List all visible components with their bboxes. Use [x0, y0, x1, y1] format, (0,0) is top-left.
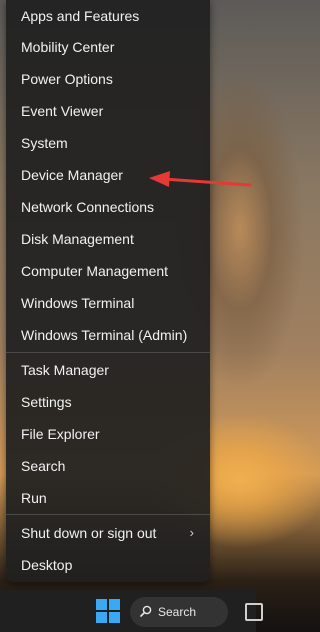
menu-item-file-explorer[interactable]: File Explorer: [6, 418, 210, 450]
menu-item-windows-terminal-admin[interactable]: Windows Terminal (Admin): [6, 319, 210, 351]
taskbar-search-label: Search: [158, 605, 197, 619]
menu-separator: [6, 514, 210, 515]
menu-item-power-options[interactable]: Power Options: [6, 63, 210, 95]
menu-separator: [6, 352, 210, 353]
menu-item-settings[interactable]: Settings: [6, 386, 210, 418]
menu-item-search[interactable]: Search: [6, 450, 210, 482]
menu-item-event-viewer[interactable]: Event Viewer: [6, 95, 210, 127]
menu-item-mobility-center[interactable]: Mobility Center: [6, 31, 210, 63]
windows-logo-icon[interactable]: [96, 599, 120, 623]
menu-item-task-manager[interactable]: Task Manager: [6, 354, 210, 386]
menu-item-computer-management[interactable]: Computer Management: [6, 255, 210, 287]
taskview-icon[interactable]: [245, 603, 263, 621]
menu-item-device-manager[interactable]: Device Manager: [6, 159, 210, 191]
taskbar-search-button[interactable]: Search: [130, 597, 228, 627]
menu-item-run[interactable]: Run: [6, 482, 210, 514]
menu-item-system[interactable]: System: [6, 127, 210, 159]
menu-item-shut-down-or-sign-out[interactable]: Shut down or sign out ›: [6, 517, 210, 549]
menu-item-apps-and-features[interactable]: Apps and Features: [6, 0, 210, 32]
chevron-right-icon: ›: [189, 525, 194, 540]
menu-item-disk-management[interactable]: Disk Management: [6, 223, 210, 255]
search-icon: [140, 605, 152, 617]
menu-item-network-connections[interactable]: Network Connections: [6, 191, 210, 223]
winx-context-menu: Apps and Features Mobility Center Power …: [6, 0, 210, 582]
menu-item-windows-terminal[interactable]: Windows Terminal: [6, 287, 210, 319]
menu-item-desktop[interactable]: Desktop: [6, 549, 210, 581]
menu-item-label: Shut down or sign out: [21, 525, 157, 541]
